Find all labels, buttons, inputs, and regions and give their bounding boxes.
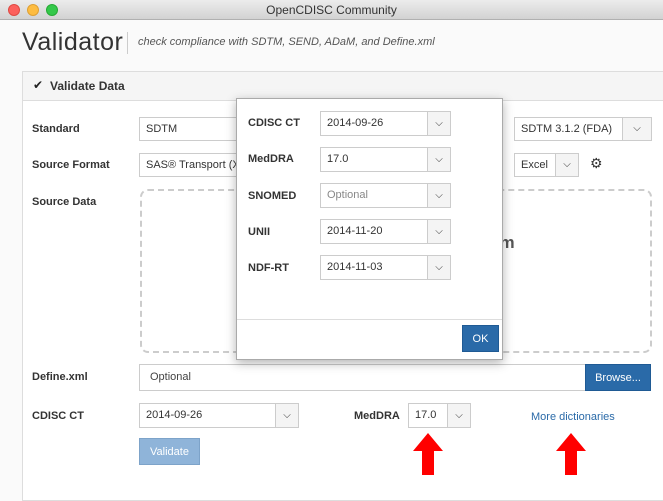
dialog-dropdown-unii[interactable]: ⌵	[427, 219, 451, 244]
ok-button[interactable]: OK	[462, 325, 499, 352]
source-data-label: Source Data	[32, 196, 97, 208]
source-format-label: Source Format	[32, 159, 110, 171]
dialog-select-ndf-rt[interactable]: 2014-11-03	[320, 255, 428, 280]
dialog-label-unii: UNII	[248, 226, 270, 238]
cdisc-ct-select[interactable]: 2014-09-26	[139, 403, 276, 428]
browse-button[interactable]: Browse...	[585, 364, 651, 391]
dialog-dropdown-snomed[interactable]: ⌵	[427, 183, 451, 208]
dialog-label-cdisc-ct: CDISC CT	[248, 117, 300, 129]
header-divider	[127, 32, 128, 54]
chevron-down-icon: ⌵	[435, 226, 443, 237]
report-format-dropdown-button[interactable]: ⌵	[555, 153, 579, 177]
dialog-select-snomed[interactable]: Optional	[320, 183, 428, 208]
define-xml-input[interactable]: Optional	[139, 364, 586, 391]
chevron-down-icon: ⌵	[435, 262, 443, 273]
red-up-arrow-icon	[556, 433, 586, 475]
validate-button[interactable]: Validate	[139, 438, 200, 465]
cdisc-ct-label: CDISC CT	[32, 410, 84, 422]
chevron-down-icon: ⌵	[633, 123, 641, 134]
dialog-footer-divider	[237, 319, 502, 320]
cdisc-ct-dropdown-button[interactable]: ⌵	[275, 403, 299, 428]
dialog-select-unii[interactable]: 2014-11-20	[320, 219, 428, 244]
meddra-label: MedDRA	[354, 410, 400, 422]
chevron-down-icon: ⌵	[455, 410, 463, 421]
dialog-label-snomed: SNOMED	[248, 190, 297, 202]
app-tagline: check compliance with SDTM, SEND, ADaM, …	[138, 36, 435, 48]
source-format-select[interactable]: SAS® Transport (XP	[139, 153, 249, 177]
dialog-label-meddra: MedDRA	[248, 153, 294, 165]
chevron-down-icon: ⌵	[435, 154, 443, 165]
meddra-dropdown-button[interactable]: ⌵	[447, 403, 471, 428]
panel-title: Validate Data	[50, 79, 125, 93]
dialog-dropdown-cdisc-ct[interactable]: ⌵	[427, 111, 451, 136]
report-format-select[interactable]: Excel	[514, 153, 556, 177]
standard-label: Standard	[32, 123, 80, 135]
app-title: Validator	[22, 28, 124, 56]
dialog-label-ndf-rt: NDF-RT	[248, 262, 289, 274]
gear-icon[interactable]: ⚙	[590, 155, 603, 172]
chevron-down-icon: ⌵	[563, 159, 571, 170]
dialog-dropdown-ndf-rt[interactable]: ⌵	[427, 255, 451, 280]
more-dictionaries-link[interactable]: More dictionaries	[531, 411, 615, 423]
red-up-arrow-icon	[413, 433, 443, 475]
check-icon: ✔	[33, 78, 44, 92]
panel-header: ✔ Validate Data	[23, 72, 663, 101]
meddra-select[interactable]: 17.0	[408, 403, 448, 428]
dialog-select-meddra[interactable]: 17.0	[320, 147, 428, 172]
window-titlebar: OpenCDISC Community	[0, 0, 663, 20]
window-title: OpenCDISC Community	[266, 3, 397, 17]
standard-version-select[interactable]: SDTM 3.1.2 (FDA)	[514, 117, 623, 141]
standard-version-dropdown-button[interactable]: ⌵	[622, 117, 652, 141]
dialog-dropdown-meddra[interactable]: ⌵	[427, 147, 451, 172]
chevron-down-icon: ⌵	[283, 410, 291, 421]
dialog-select-cdisc-ct[interactable]: 2014-09-26	[320, 111, 428, 136]
chevron-down-icon: ⌵	[435, 190, 443, 201]
define-xml-label: Define.xml	[32, 371, 88, 383]
standard-select[interactable]: SDTM	[139, 117, 249, 141]
chevron-down-icon: ⌵	[435, 118, 443, 129]
